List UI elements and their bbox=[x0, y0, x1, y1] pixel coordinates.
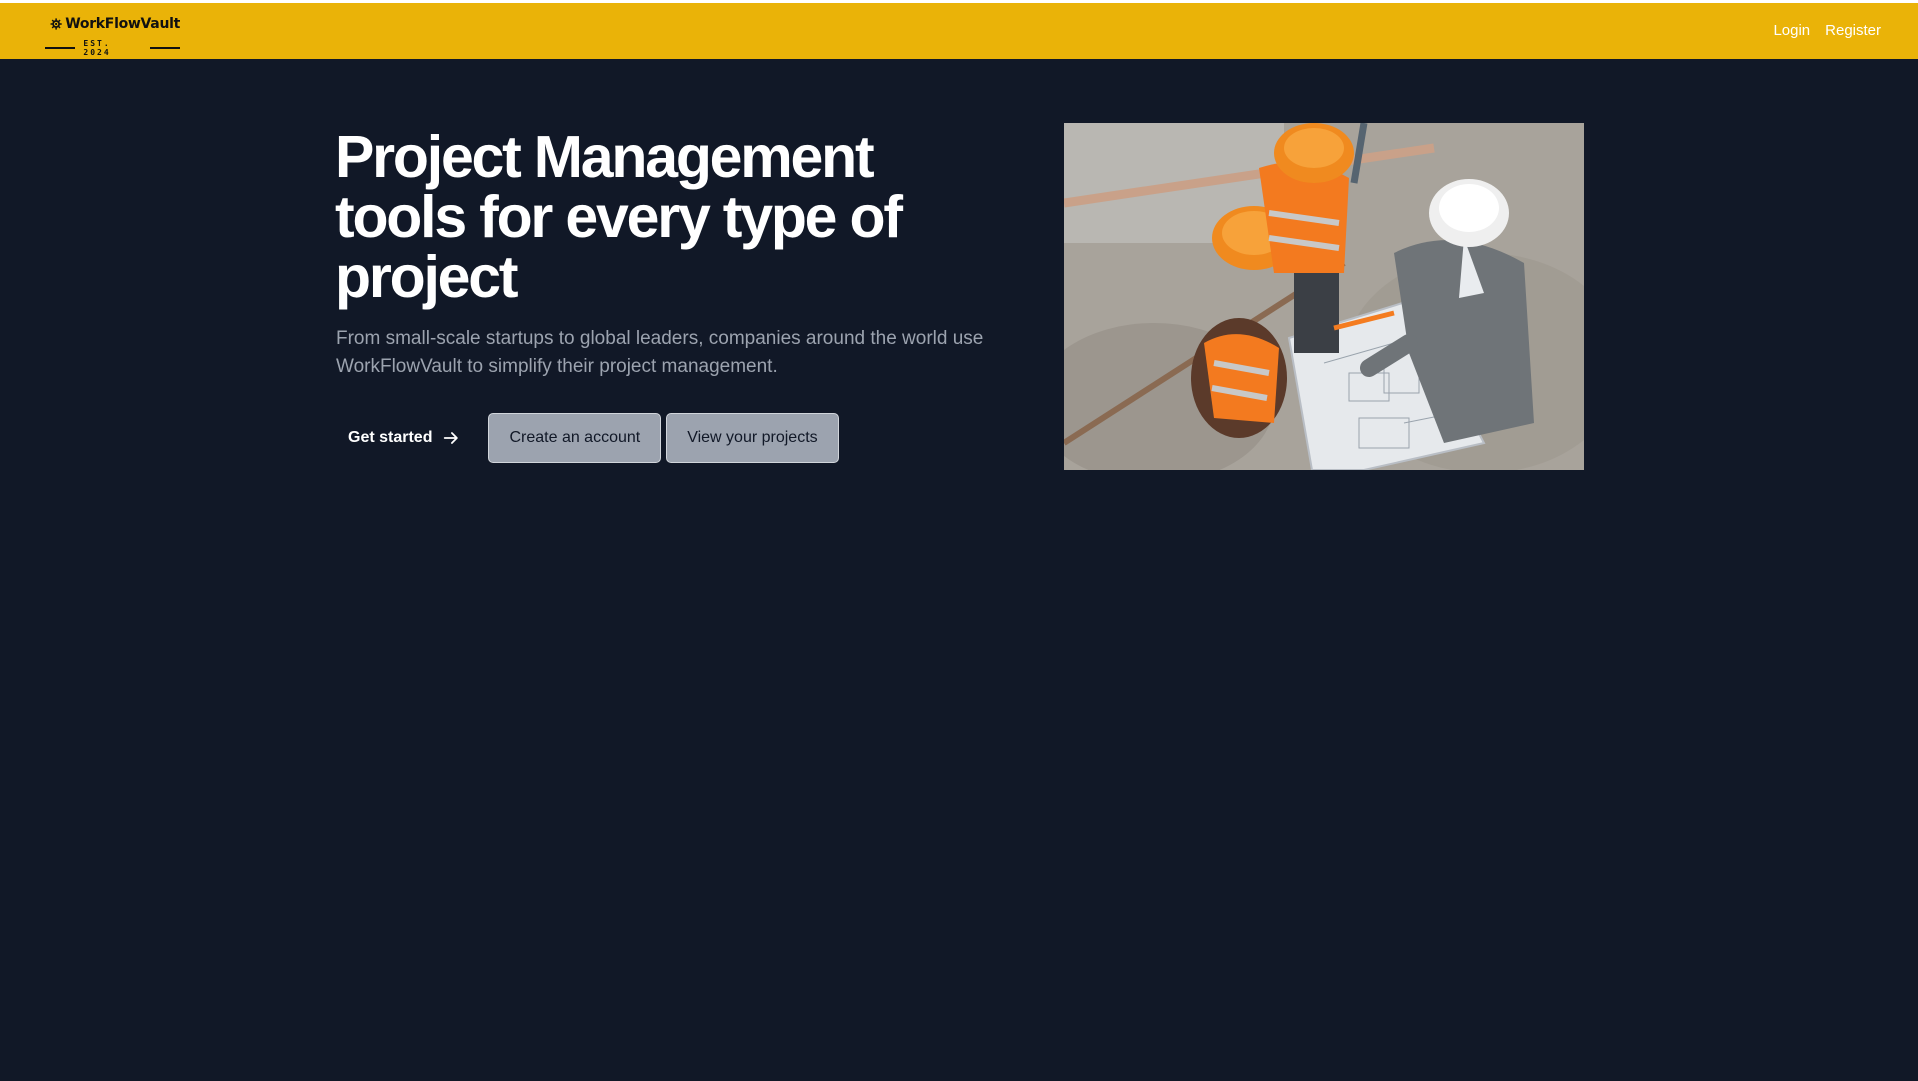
navbar: WorkFlowVault EST. 2024 Login Register bbox=[0, 3, 1918, 59]
logo-name: WorkFlowVault bbox=[65, 16, 180, 32]
login-link[interactable]: Login bbox=[1773, 22, 1810, 39]
hero-subtitle: From small-scale startups to global lead… bbox=[336, 328, 984, 377]
construction-workers-photo bbox=[1064, 123, 1584, 470]
get-started-button[interactable]: Get started bbox=[336, 413, 472, 463]
view-projects-button[interactable]: View your projects bbox=[666, 413, 839, 463]
hero-image bbox=[1064, 123, 1584, 470]
create-account-button[interactable]: Create an account bbox=[488, 413, 662, 463]
arrow-right-icon bbox=[444, 432, 459, 444]
logo-divider-right bbox=[149, 47, 180, 49]
logo-divider-left bbox=[45, 47, 76, 49]
hero-title: Project Management tools for every type … bbox=[335, 124, 903, 310]
logo[interactable]: WorkFlowVault EST. 2024 bbox=[45, 13, 180, 57]
logo-tagline: EST. 2024 bbox=[83, 39, 111, 57]
get-started-label: Get started bbox=[348, 429, 433, 446]
register-link[interactable]: Register bbox=[1825, 22, 1881, 39]
logo-tagline-row: EST. 2024 bbox=[45, 39, 180, 57]
logo-row: WorkFlowVault bbox=[45, 13, 180, 35]
gear-icon bbox=[50, 18, 62, 30]
hero-actions: Get started Create an account View your … bbox=[336, 413, 839, 463]
header-nav: Login Register bbox=[1773, 22, 1881, 39]
